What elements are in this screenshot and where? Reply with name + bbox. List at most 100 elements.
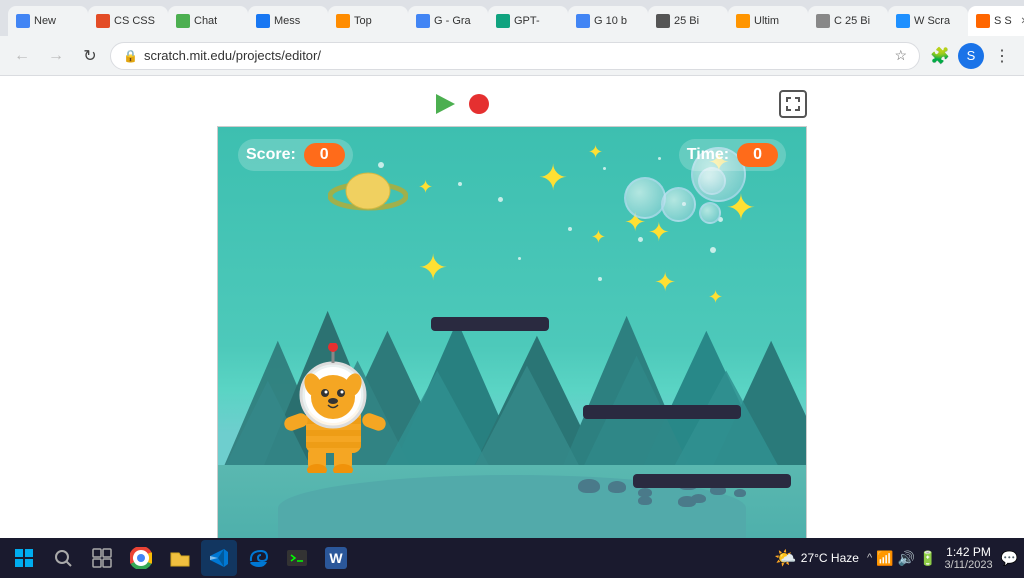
tab-10b[interactable]: G 10 b xyxy=(568,6,648,36)
dot-3 xyxy=(498,197,503,202)
green-flag-icon xyxy=(431,90,459,118)
tab-top[interactable]: Top xyxy=(328,6,408,36)
taskbar-clock[interactable]: 1:42 PM 3/11/2023 xyxy=(944,545,992,571)
tab-css[interactable]: CS CSS xyxy=(88,6,168,36)
rock-6 xyxy=(578,479,600,493)
reload-button[interactable]: ↻ xyxy=(76,42,104,70)
sparkle-4: ✦ xyxy=(648,217,670,248)
chevron-up-icon[interactable]: ^ xyxy=(867,552,872,564)
tab-label-new: New xyxy=(34,15,56,27)
tab-chat[interactable]: Chat xyxy=(168,6,248,36)
clock-time: 1:42 PM xyxy=(944,545,992,559)
weather-text: 27°C Haze xyxy=(801,551,859,565)
tab-favicon-gra xyxy=(416,14,430,28)
tab-favicon-scra xyxy=(896,14,910,28)
rock-7 xyxy=(638,496,652,505)
word-taskbar-item[interactable]: W xyxy=(318,540,354,576)
extensions-button[interactable]: 🧩 xyxy=(926,42,954,70)
tab-gpt[interactable]: GPT- xyxy=(488,6,568,36)
tab-25b2[interactable]: C 25 Bi xyxy=(808,6,888,36)
dot-6 xyxy=(638,237,643,242)
hud: Score: 0 Time: 0 xyxy=(218,139,806,171)
windows-icon xyxy=(14,548,34,568)
dot-5 xyxy=(568,227,572,231)
tab-favicon-css xyxy=(96,14,110,28)
tab-label-10b: G 10 b xyxy=(594,15,627,27)
edge-taskbar-item[interactable] xyxy=(240,540,276,576)
dot-2 xyxy=(458,182,462,186)
tab-new[interactable]: New xyxy=(8,6,88,36)
weather-widget[interactable]: 🌤️ 27°C Haze xyxy=(774,548,859,569)
bubble-4 xyxy=(624,177,666,219)
terminal-icon xyxy=(286,547,308,569)
rock-5 xyxy=(734,489,746,497)
fullscreen-icon xyxy=(785,96,801,112)
start-button[interactable] xyxy=(6,540,42,576)
saturn-icon xyxy=(328,169,408,224)
bookmark-star-icon[interactable]: ☆ xyxy=(894,47,907,64)
network-icon[interactable]: 📶 xyxy=(876,550,893,567)
dot-11 xyxy=(518,257,521,260)
tab-scra[interactable]: W Scra xyxy=(888,6,968,36)
tab-bar: New CS CSS Chat Mess Top G - Gra GPT- G xyxy=(0,0,1024,36)
tab-favicon-25b2 xyxy=(816,14,830,28)
dot-7 xyxy=(710,247,716,253)
tab-label-gpt: GPT- xyxy=(514,15,540,27)
vscode-taskbar-item[interactable] xyxy=(201,540,237,576)
tab-label-scra: W Scra xyxy=(914,15,950,27)
bubble-1 xyxy=(661,187,696,222)
forward-button[interactable]: → xyxy=(42,42,70,70)
tab-close-scratch[interactable]: ✕ xyxy=(1018,14,1024,28)
tab-gra[interactable]: G - Gra xyxy=(408,6,488,36)
lock-icon: 🔒 xyxy=(123,49,138,63)
tab-25b1[interactable]: 25 Bi xyxy=(648,6,728,36)
tab-label-25b2: C 25 Bi xyxy=(834,15,870,27)
notification-button[interactable]: 💬 xyxy=(1001,550,1018,567)
search-taskbar-button[interactable] xyxy=(45,540,81,576)
file-explorer-icon xyxy=(169,547,191,569)
rock-1 xyxy=(608,481,626,493)
volume-icon[interactable]: 🔊 xyxy=(898,550,915,567)
tab-label-top: Top xyxy=(354,15,372,27)
chrome-taskbar-item[interactable] xyxy=(123,540,159,576)
address-bar[interactable]: 🔒 scratch.mit.edu/projects/editor/ ☆ xyxy=(110,42,920,70)
tab-label-gra: G - Gra xyxy=(434,15,471,27)
platform-3 xyxy=(633,474,791,488)
time-box: Time: 0 xyxy=(679,139,786,171)
taskbar-right: 🌤️ 27°C Haze ^ 📶 🔊 🔋 1:42 PM 3/11/2023 💬 xyxy=(774,545,1018,571)
tab-favicon-scratch xyxy=(976,14,990,28)
more-menu-button[interactable]: ⋮ xyxy=(988,42,1016,70)
tab-ultin[interactable]: Ultim xyxy=(728,6,808,36)
rock-9 xyxy=(691,494,706,503)
taskbar: W 🌤️ 27°C Haze ^ 📶 🔊 🔋 1:42 PM 3/11/2023… xyxy=(0,538,1024,578)
saturn-planet xyxy=(328,169,408,229)
page-content: ✦ ✦ ✦ ✦ ✦ ✦ ✦ ✦ ✦ ✦ ✦ xyxy=(0,76,1024,578)
clock-date: 3/11/2023 xyxy=(944,559,992,571)
back-button[interactable]: ← xyxy=(8,42,36,70)
terminal-taskbar-item[interactable] xyxy=(279,540,315,576)
search-taskbar-icon xyxy=(53,548,73,568)
time-label: Time: xyxy=(687,146,729,164)
platform-1 xyxy=(431,317,549,331)
sparkle-9: ✦ xyxy=(591,227,606,248)
task-view-button[interactable] xyxy=(84,540,120,576)
score-value: 0 xyxy=(304,143,345,167)
tab-mess[interactable]: Mess xyxy=(248,6,328,36)
account-button[interactable]: S xyxy=(958,43,984,69)
tab-label-mess: Mess xyxy=(274,15,300,27)
tab-favicon-chat xyxy=(176,14,190,28)
game-viewport: ✦ ✦ ✦ ✦ ✦ ✦ ✦ ✦ ✦ ✦ ✦ xyxy=(217,126,807,566)
task-view-icon xyxy=(92,548,112,568)
fullscreen-button[interactable] xyxy=(779,90,807,118)
tab-favicon-25b1 xyxy=(656,14,670,28)
file-explorer-taskbar-item[interactable] xyxy=(162,540,198,576)
tab-scratch[interactable]: S S ✕ xyxy=(968,6,1024,36)
tab-label-css: CS CSS xyxy=(114,15,155,27)
tab-favicon-ultin xyxy=(736,14,750,28)
dog-character xyxy=(276,343,396,473)
battery-icon[interactable]: 🔋 xyxy=(919,550,936,567)
score-box: Score: 0 xyxy=(238,139,353,171)
stop-button[interactable] xyxy=(469,94,489,114)
green-flag-button[interactable] xyxy=(427,86,463,122)
tab-favicon-top xyxy=(336,14,350,28)
